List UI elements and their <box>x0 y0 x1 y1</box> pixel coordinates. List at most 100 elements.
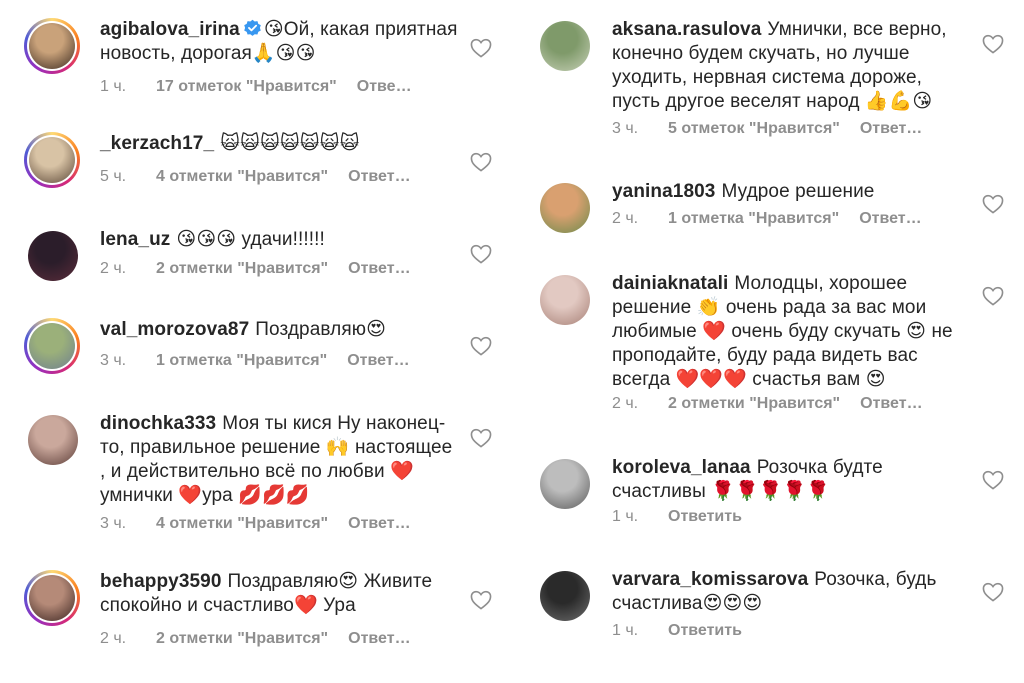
avatar[interactable] <box>540 275 590 325</box>
avatar[interactable] <box>540 183 590 233</box>
comments-column-right: aksana.rasulova Умнички, все верно, конеч… <box>512 0 1024 683</box>
reply-button[interactable]: Ответ… <box>347 352 409 369</box>
comment-body: dainiaknatali Молодцы, хорошее решение 👏 … <box>612 272 972 392</box>
heart-outline-icon <box>982 194 1004 214</box>
avatar[interactable] <box>28 231 78 281</box>
reply-button[interactable]: Ответ… <box>348 630 410 647</box>
verified-badge-icon <box>244 19 261 36</box>
comment-time: 2 ч. <box>612 210 639 227</box>
comment-time: 1 ч. <box>100 78 127 95</box>
heart-outline-icon <box>982 470 1004 490</box>
comment-username[interactable]: lena_uz <box>100 229 170 250</box>
comment-body: yanina1803 Мудрое решение <box>612 180 972 204</box>
comment-time: 2 ч. <box>612 395 639 412</box>
comment-username[interactable]: agibalova_irina <box>100 19 240 40</box>
comment-meta: 3 ч. 5 отметок "Нравится" Ответ… <box>612 120 992 138</box>
heart-outline-icon <box>470 244 492 264</box>
like-button[interactable] <box>470 336 494 358</box>
avatar[interactable] <box>28 415 78 465</box>
comment-meta: 2 ч. 2 отметки "Нравится" Ответ… <box>612 395 992 413</box>
comment-username[interactable]: val_morozova87 <box>100 319 249 340</box>
like-button[interactable] <box>470 38 494 60</box>
comment-username[interactable]: aksana.rasulova <box>612 19 761 40</box>
comment-text: Мудрое решение <box>721 181 875 202</box>
reply-button[interactable]: Ответ… <box>860 395 922 412</box>
comment-text: Поздравляю😍 <box>255 319 386 340</box>
avatar[interactable] <box>540 459 590 509</box>
likes-count-link[interactable]: 17 отметок "Нравится" <box>156 78 337 96</box>
reply-button[interactable]: Ответ… <box>348 168 410 185</box>
comment-time: 2 ч. <box>100 630 127 647</box>
heart-outline-icon <box>470 590 492 610</box>
reply-button[interactable]: Ответ… <box>860 120 922 137</box>
likes-count-link[interactable]: 1 отметка "Нравится" <box>156 352 327 370</box>
avatar[interactable] <box>24 18 80 74</box>
comment-text: 🙀🙀🙀🙀🙀🙀🙀 <box>220 133 360 154</box>
comment-meta: 5 ч. 4 отметки "Нравится" Ответ… <box>100 168 480 186</box>
comment-time: 2 ч. <box>100 260 127 277</box>
comment-meta: 2 ч. 2 отметки "Нравится" Ответ… <box>100 260 480 278</box>
like-button[interactable] <box>470 428 494 450</box>
heart-outline-icon <box>982 286 1004 306</box>
reply-button[interactable]: Ответить <box>668 508 742 525</box>
comment-time: 3 ч. <box>100 515 127 532</box>
likes-count-link[interactable]: 2 отметки "Нравится" <box>156 630 328 648</box>
comment-username[interactable]: behappy3590 <box>100 571 222 592</box>
heart-outline-icon <box>982 34 1004 54</box>
comment-meta: 3 ч. 1 отметка "Нравится" Ответ… <box>100 352 480 370</box>
reply-button[interactable]: Отве… <box>357 78 412 95</box>
comment-body: lena_uz 😘😘😘 удачи!!!!!! <box>100 228 460 252</box>
comments-panel: agibalova_irina 😘Ой, какая приятная новос… <box>0 0 1024 683</box>
comment-body: dinochka333 Моя ты кися Ну наконец-то, пр… <box>100 412 460 508</box>
comment-time: 5 ч. <box>100 168 127 185</box>
likes-count-link[interactable]: 4 отметки "Нравится" <box>156 168 328 186</box>
like-button[interactable] <box>470 152 494 174</box>
like-button[interactable] <box>470 244 494 266</box>
like-button[interactable] <box>982 582 1006 604</box>
reply-button[interactable]: Ответить <box>668 622 742 639</box>
like-button[interactable] <box>982 34 1006 56</box>
likes-count-link[interactable]: 1 отметка "Нравится" <box>668 210 839 228</box>
heart-outline-icon <box>470 428 492 448</box>
reply-button[interactable]: Ответ… <box>348 260 410 277</box>
avatar[interactable] <box>24 318 80 374</box>
comment-username[interactable]: dainiaknatali <box>612 273 728 294</box>
avatar[interactable] <box>540 571 590 621</box>
comment-body: behappy3590 Поздравляю😍 Живите спокойно и… <box>100 570 460 618</box>
comment-time: 1 ч. <box>612 508 639 525</box>
avatar[interactable] <box>540 21 590 71</box>
avatar[interactable] <box>24 132 80 188</box>
comment-body: aksana.rasulova Умнички, все верно, конеч… <box>612 18 972 114</box>
comment-time: 3 ч. <box>612 120 639 137</box>
like-button[interactable] <box>470 590 494 612</box>
likes-count-link[interactable]: 5 отметок "Нравится" <box>668 120 840 138</box>
avatar[interactable] <box>24 570 80 626</box>
likes-count-link[interactable]: 4 отметки "Нравится" <box>156 515 328 533</box>
reply-button[interactable]: Ответ… <box>859 210 921 227</box>
comment-body: agibalova_irina 😘Ой, какая приятная новос… <box>100 18 460 66</box>
comment-username[interactable]: varvara_komissarova <box>612 569 808 590</box>
heart-outline-icon <box>470 336 492 356</box>
comment-username[interactable]: dinochka333 <box>100 413 216 434</box>
comment-username[interactable]: koroleva_lanaa <box>612 457 751 478</box>
comment-username[interactable]: _kerzach17_ <box>100 133 214 154</box>
comment-meta: 1 ч. Ответить <box>612 508 992 526</box>
like-button[interactable] <box>982 286 1006 308</box>
comment-username[interactable]: yanina1803 <box>612 181 715 202</box>
heart-outline-icon <box>470 38 492 58</box>
comment-time: 3 ч. <box>100 352 127 369</box>
likes-count-link[interactable]: 2 отметки "Нравится" <box>668 395 840 413</box>
like-button[interactable] <box>982 470 1006 492</box>
comment-time: 1 ч. <box>612 622 639 639</box>
comment-body: val_morozova87 Поздравляю😍 <box>100 318 460 342</box>
like-button[interactable] <box>982 194 1006 216</box>
comment-body: _kerzach17_ 🙀🙀🙀🙀🙀🙀🙀 <box>100 132 460 156</box>
comment-body: varvara_komissarova Розочка, будь счастли… <box>612 568 972 616</box>
likes-count-link[interactable]: 2 отметки "Нравится" <box>156 260 328 278</box>
comment-meta: 1 ч. 17 отметок "Нравится" Отве… <box>100 78 480 96</box>
comment-meta: 3 ч. 4 отметки "Нравится" Ответ… <box>100 515 480 533</box>
comment-text: 😘😘😘 удачи!!!!!! <box>176 229 325 250</box>
comment-meta: 2 ч. 2 отметки "Нравится" Ответ… <box>100 630 480 648</box>
reply-button[interactable]: Ответ… <box>348 515 410 532</box>
comment-meta: 1 ч. Ответить <box>612 622 992 640</box>
